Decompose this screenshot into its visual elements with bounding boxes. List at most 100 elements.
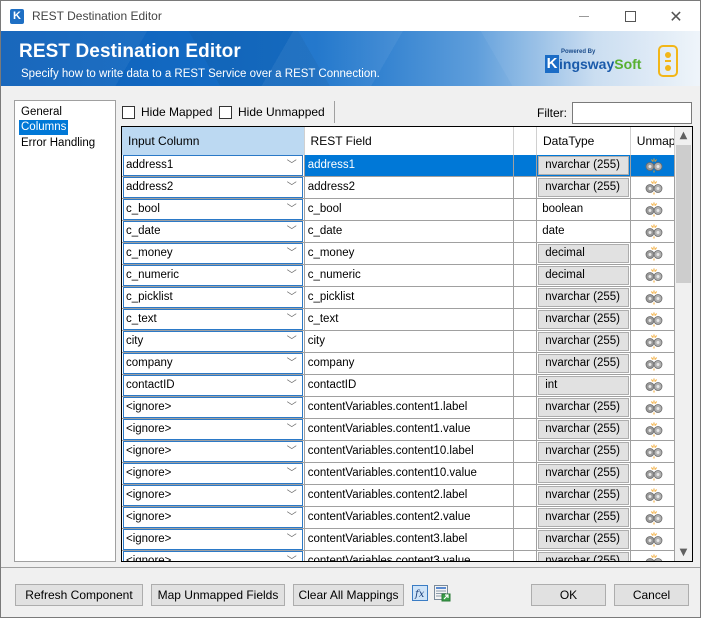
map-unmapped-fields-button[interactable]: Map Unmapped Fields <box>151 584 285 606</box>
rest-field-cell[interactable]: c_picklist <box>305 287 515 308</box>
input-column-dropdown[interactable]: c_bool ﹀ <box>123 199 303 220</box>
chevron-down-icon[interactable]: ﹀ <box>287 178 297 197</box>
input-column-dropdown[interactable]: <ignore> ﹀ <box>123 485 303 506</box>
datatype-button[interactable]: nvarchar (255) <box>538 354 629 373</box>
unmap-button[interactable] <box>631 177 675 198</box>
rest-field-cell[interactable]: address1 <box>304 155 515 176</box>
table-row[interactable]: c_text ﹀ c_text nvarchar (255) <box>122 309 675 331</box>
chevron-down-icon[interactable]: ﹀ <box>287 508 297 527</box>
chevron-down-icon[interactable]: ﹀ <box>287 552 297 561</box>
unmap-button[interactable] <box>631 221 675 242</box>
filter-input[interactable] <box>572 102 692 124</box>
datatype-cell[interactable]: nvarchar (255) <box>537 353 631 374</box>
chevron-down-icon[interactable]: ﹀ <box>287 398 297 417</box>
unmap-button[interactable] <box>631 441 675 462</box>
chevron-down-icon[interactable]: ﹀ <box>287 332 297 351</box>
table-row[interactable]: city ﹀ city nvarchar (255) <box>122 331 675 353</box>
column-header-datatype[interactable]: DataType <box>536 127 631 155</box>
table-row[interactable]: <ignore> ﹀ contentVariables.content10.valu… <box>122 463 675 485</box>
datatype-cell[interactable]: nvarchar (255) <box>537 177 631 198</box>
datatype-cell[interactable]: nvarchar (255) <box>537 529 631 550</box>
unmap-button[interactable] <box>631 419 675 440</box>
datatype-cell[interactable]: nvarchar (255) <box>537 309 631 330</box>
datatype-button[interactable]: nvarchar (255) <box>538 178 629 197</box>
datatype-cell[interactable]: nvarchar (255) <box>537 507 631 528</box>
chevron-down-icon[interactable]: ﹀ <box>287 464 297 483</box>
datatype-button[interactable]: nvarchar (255) <box>538 442 629 461</box>
datatype-button[interactable]: nvarchar (255) <box>538 332 629 351</box>
input-column-dropdown[interactable]: c_picklist ﹀ <box>123 287 303 308</box>
rest-field-cell[interactable]: c_date <box>305 221 515 242</box>
chevron-down-icon[interactable]: ﹀ <box>287 420 297 439</box>
nav-item-error-handling[interactable]: Error Handling <box>19 136 97 151</box>
unmap-button[interactable] <box>631 397 675 418</box>
chevron-down-icon[interactable]: ﹀ <box>287 244 297 263</box>
table-row[interactable]: c_numeric ﹀ c_numeric decimal <box>122 265 675 287</box>
table-row[interactable]: address1 ﹀ address1 nvarchar (255) <box>122 155 675 177</box>
column-header-input-column[interactable]: Input Column <box>122 127 305 155</box>
column-header-unmap[interactable]: Unmap <box>630 127 675 155</box>
datatype-button[interactable]: nvarchar (255) <box>538 420 629 439</box>
datatype-button[interactable]: nvarchar (255) <box>538 486 629 505</box>
scrollbar-thumb[interactable] <box>676 145 691 283</box>
ok-button[interactable]: OK <box>531 584 606 606</box>
datatype-cell[interactable]: nvarchar (255) <box>537 155 631 176</box>
datatype-cell[interactable]: nvarchar (255) <box>537 331 631 352</box>
chevron-down-icon[interactable]: ﹀ <box>287 266 297 285</box>
input-column-dropdown[interactable]: city ﹀ <box>123 331 303 352</box>
unmap-button[interactable] <box>631 485 675 506</box>
rest-field-cell[interactable]: contentVariables.content1.label <box>305 397 515 418</box>
nav-item-general[interactable]: General <box>19 105 64 120</box>
table-row[interactable]: <ignore> ﹀ contentVariables.content1.value… <box>122 419 675 441</box>
datatype-button[interactable]: nvarchar (255) <box>538 464 629 483</box>
rest-field-cell[interactable]: contentVariables.content10.value <box>305 463 515 484</box>
table-row[interactable]: <ignore> ﹀ contentVariables.content3.value… <box>122 551 675 561</box>
datatype-button[interactable]: decimal <box>538 244 629 263</box>
input-column-dropdown[interactable]: <ignore> ﹀ <box>123 529 303 550</box>
datatype-cell[interactable]: nvarchar (255) <box>537 287 631 308</box>
unmap-button[interactable] <box>630 155 675 176</box>
input-column-dropdown[interactable]: c_numeric ﹀ <box>123 265 303 286</box>
rest-field-cell[interactable]: contentVariables.content3.label <box>305 529 515 550</box>
chevron-down-icon[interactable]: ﹀ <box>287 442 297 461</box>
table-row[interactable]: <ignore> ﹀ contentVariables.content10.labe… <box>122 441 675 463</box>
datatype-cell[interactable]: nvarchar (255) <box>537 551 631 561</box>
unmap-button[interactable] <box>631 331 675 352</box>
input-column-dropdown[interactable]: c_text ﹀ <box>123 309 303 330</box>
hide-unmapped-checkbox[interactable]: Hide Unmapped <box>219 105 325 119</box>
table-row[interactable]: company ﹀ company nvarchar (255) <box>122 353 675 375</box>
column-header-blank[interactable] <box>513 127 537 155</box>
rest-field-cell[interactable]: c_bool <box>305 199 515 220</box>
rest-field-cell[interactable]: address2 <box>305 177 515 198</box>
datatype-button[interactable]: nvarchar (255) <box>538 156 629 175</box>
rest-field-cell[interactable]: contentVariables.content2.value <box>305 507 515 528</box>
scroll-up-icon[interactable]: ▲ <box>675 127 692 144</box>
table-row[interactable]: <ignore> ﹀ contentVariables.content2.label… <box>122 485 675 507</box>
datatype-cell[interactable]: decimal <box>537 243 631 264</box>
datatype-cell[interactable]: nvarchar (255) <box>537 419 631 440</box>
input-column-dropdown[interactable]: c_date ﹀ <box>123 221 303 242</box>
table-row[interactable]: <ignore> ﹀ contentVariables.content3.label… <box>122 529 675 551</box>
close-button[interactable]: ✕ <box>653 1 699 31</box>
rest-field-cell[interactable]: city <box>305 331 515 352</box>
maximize-button[interactable] <box>607 1 653 31</box>
column-header-rest-field[interactable]: REST Field <box>304 127 514 155</box>
rest-field-cell[interactable]: c_numeric <box>305 265 515 286</box>
datatype-button[interactable]: int <box>538 376 629 395</box>
input-column-dropdown[interactable]: <ignore> ﹀ <box>123 441 303 462</box>
datatype-button[interactable]: nvarchar (255) <box>538 398 629 417</box>
datatype-cell[interactable]: nvarchar (255) <box>537 485 631 506</box>
unmap-button[interactable] <box>631 287 675 308</box>
unmap-button[interactable] <box>631 463 675 484</box>
table-row[interactable]: c_bool ﹀ c_bool boolean <box>122 199 675 221</box>
input-column-dropdown[interactable]: company ﹀ <box>123 353 303 374</box>
datatype-cell[interactable]: date <box>537 221 631 242</box>
table-row[interactable]: c_money ﹀ c_money decimal <box>122 243 675 265</box>
clear-all-mappings-button[interactable]: Clear All Mappings <box>293 584 404 606</box>
chevron-down-icon[interactable]: ﹀ <box>287 200 297 219</box>
unmap-button[interactable] <box>631 243 675 264</box>
table-row[interactable]: c_picklist ﹀ c_picklist nvarchar (255) <box>122 287 675 309</box>
chevron-down-icon[interactable]: ﹀ <box>287 376 297 395</box>
datatype-button[interactable]: nvarchar (255) <box>538 288 629 307</box>
vertical-scrollbar[interactable]: ▲ ▼ <box>675 127 692 561</box>
